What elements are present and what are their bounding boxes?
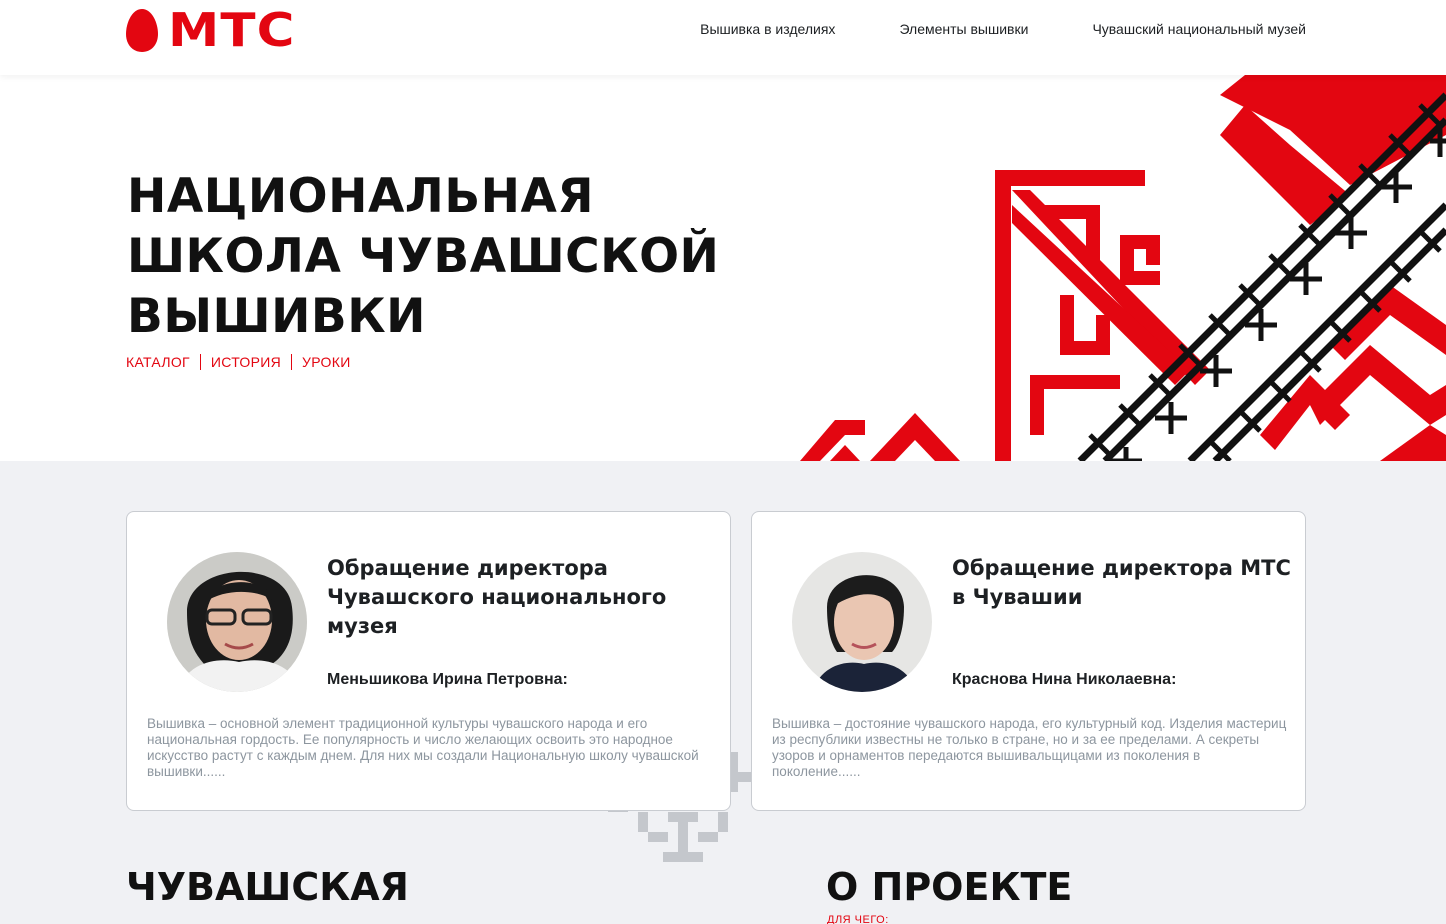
card-excerpt: Вышивка – основной элемент традиционной … bbox=[147, 716, 699, 779]
section-title-about-project: О ПРОЕКТЕ bbox=[826, 865, 1073, 909]
section-title-chuvash-embroidery: ЧУВАШСКАЯ НАЦИОНАЛЬНАЯ ВЫШИВКА bbox=[126, 860, 749, 924]
site-header: МТС Вышивка в изделиях Элементы вышивки … bbox=[0, 0, 1446, 75]
card-title: Обращение директора МТС в Чувашии bbox=[952, 556, 1291, 609]
avatar bbox=[792, 552, 932, 692]
nav-embroidery-elements[interactable]: Элементы вышивки bbox=[899, 21, 1028, 37]
avatar bbox=[167, 552, 307, 692]
mts-logo[interactable]: МТС bbox=[126, 7, 294, 53]
mts-egg-icon bbox=[126, 9, 158, 52]
link-divider bbox=[291, 354, 293, 370]
link-catalog[interactable]: КАТАЛОГ bbox=[126, 354, 190, 370]
card-excerpt: Вышивка – достояние чувашского народа, е… bbox=[772, 716, 1287, 779]
main-nav: Вышивка в изделиях Элементы вышивки Чува… bbox=[700, 21, 1306, 37]
hero-section: НАЦИОНАЛЬНАЯ ШКОЛА ЧУВАШСКОЙ ВЫШИВКИ КАТ… bbox=[0, 75, 1446, 461]
section-title-line: НАЦИОНАЛЬНАЯ ВЫШИВКА bbox=[126, 914, 749, 924]
hero-title-line: ШКОЛА ЧУВАШСКОЙ bbox=[127, 229, 720, 284]
hero-title-line: НАЦИОНАЛЬНАЯ bbox=[127, 169, 595, 224]
nav-embroidery-in-products[interactable]: Вышивка в изделиях bbox=[700, 21, 835, 37]
hero-title-line: ВЫШИВКИ bbox=[127, 289, 426, 344]
logo-text: МТС bbox=[168, 3, 296, 57]
nav-chuvash-museum[interactable]: Чувашский национальный музей bbox=[1092, 21, 1306, 37]
portrait-image bbox=[167, 552, 307, 692]
director-mts-card[interactable]: Обращение директора МТС в Чувашии Красно… bbox=[751, 511, 1306, 811]
director-name: Краснова Нина Николаевна: bbox=[952, 671, 1177, 688]
hero-title: НАЦИОНАЛЬНАЯ ШКОЛА ЧУВАШСКОЙ ВЫШИВКИ bbox=[127, 167, 719, 347]
chuvash-ornament-graphic bbox=[800, 75, 1446, 461]
section-title-line: ЧУВАШСКАЯ bbox=[126, 865, 409, 909]
hero-links: КАТАЛОГ ИСТОРИЯ УРОКИ bbox=[126, 354, 351, 370]
link-history[interactable]: ИСТОРИЯ bbox=[211, 354, 281, 370]
link-divider bbox=[199, 354, 201, 370]
portrait-image bbox=[792, 552, 932, 692]
card-title: Обращение директора Чувашского националь… bbox=[327, 556, 667, 638]
link-lessons[interactable]: УРОКИ bbox=[302, 354, 351, 370]
director-museum-card[interactable]: Обращение директора Чувашского националь… bbox=[126, 511, 731, 811]
section-subtitle[interactable]: ДЛЯ ЧЕГО: bbox=[827, 914, 889, 924]
director-name: Меньшикова Ирина Петровна: bbox=[327, 671, 568, 688]
